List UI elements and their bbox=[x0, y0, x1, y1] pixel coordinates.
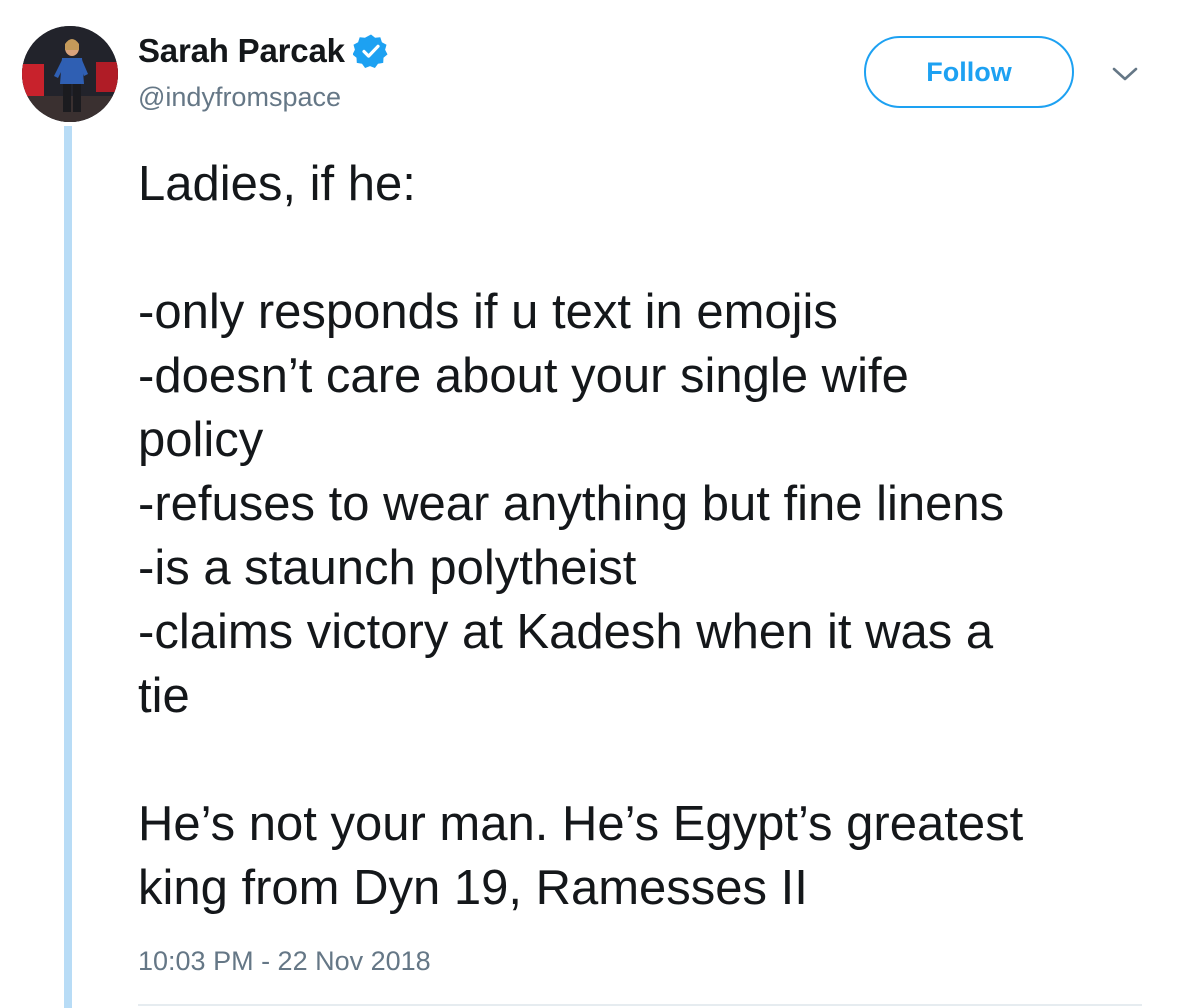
user-handle[interactable]: @indyfromspace bbox=[138, 82, 341, 113]
chevron-down-icon[interactable] bbox=[1110, 62, 1140, 86]
tweet-line: -doesn’t care about your single wife bbox=[138, 349, 909, 403]
thread-line bbox=[64, 126, 72, 1008]
tweet-line: Ladies, if he: bbox=[138, 157, 416, 211]
verified-badge-icon bbox=[352, 33, 389, 69]
avatar-photo-icon bbox=[22, 26, 118, 122]
tweet-line: -is a staunch polytheist bbox=[138, 541, 637, 595]
divider bbox=[138, 1004, 1142, 1006]
name-row: Sarah Parcak bbox=[138, 30, 389, 72]
tweet-line: policy bbox=[138, 413, 264, 467]
tweet-line: tie bbox=[138, 669, 190, 723]
tweet-line: -claims victory at Kadesh when it was a bbox=[138, 605, 994, 659]
avatar[interactable] bbox=[22, 26, 118, 122]
tweet-text: Ladies, if he: -only responds if u text … bbox=[138, 152, 1168, 920]
tweet-line: king from Dyn 19, Ramesses II bbox=[138, 861, 808, 915]
tweet-timestamp[interactable]: 10:03 PM - 22 Nov 2018 bbox=[138, 946, 431, 977]
tweet-line: -only responds if u text in emojis bbox=[138, 285, 838, 339]
display-name[interactable]: Sarah Parcak bbox=[138, 32, 345, 70]
follow-button[interactable]: Follow bbox=[864, 36, 1074, 108]
tweet-line: He’s not your man. He’s Egypt’s greatest bbox=[138, 797, 1024, 851]
tweet-line: -refuses to wear anything but fine linen… bbox=[138, 477, 1005, 531]
